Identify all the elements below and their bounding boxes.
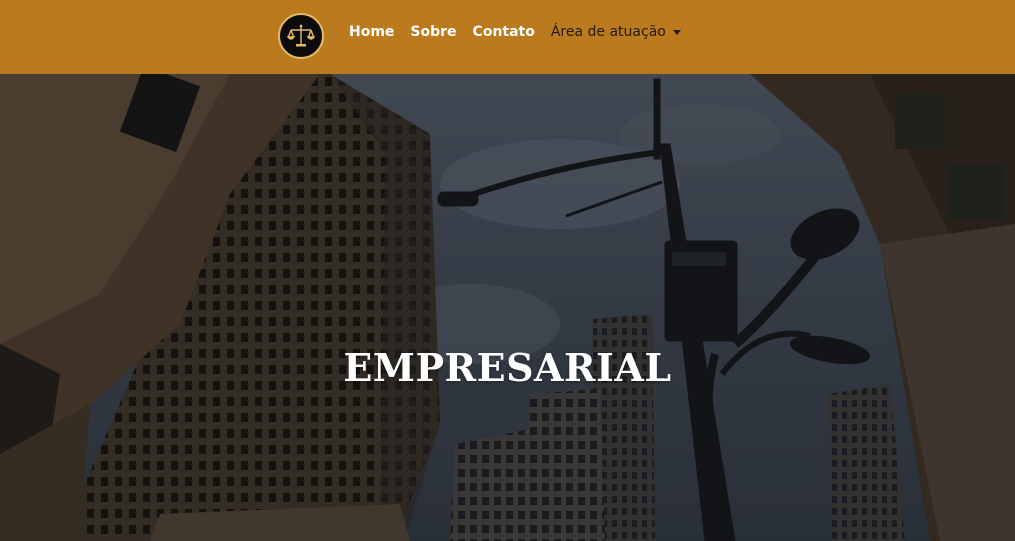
navbar: Home Sobre Contato Área de atuação <box>0 0 1015 74</box>
logo[interactable] <box>278 13 324 59</box>
nav-link-sobre[interactable]: Sobre <box>410 24 456 40</box>
scales-of-justice-icon <box>287 24 315 47</box>
nav-dropdown-label: Área de atuação <box>550 24 666 40</box>
nav-link-home[interactable]: Home <box>349 24 394 40</box>
caret-down-icon <box>672 29 681 35</box>
hero-background-image <box>0 74 1015 541</box>
nav-links: Home Sobre Contato Área de atuação <box>349 22 681 42</box>
hero-section: EMPRESARIAL <box>0 74 1015 541</box>
nav-link-contato[interactable]: Contato <box>473 24 535 40</box>
nav-dropdown-area-de-atuacao[interactable]: Área de atuação <box>551 24 681 40</box>
hero-title: EMPRESARIAL <box>343 345 672 390</box>
